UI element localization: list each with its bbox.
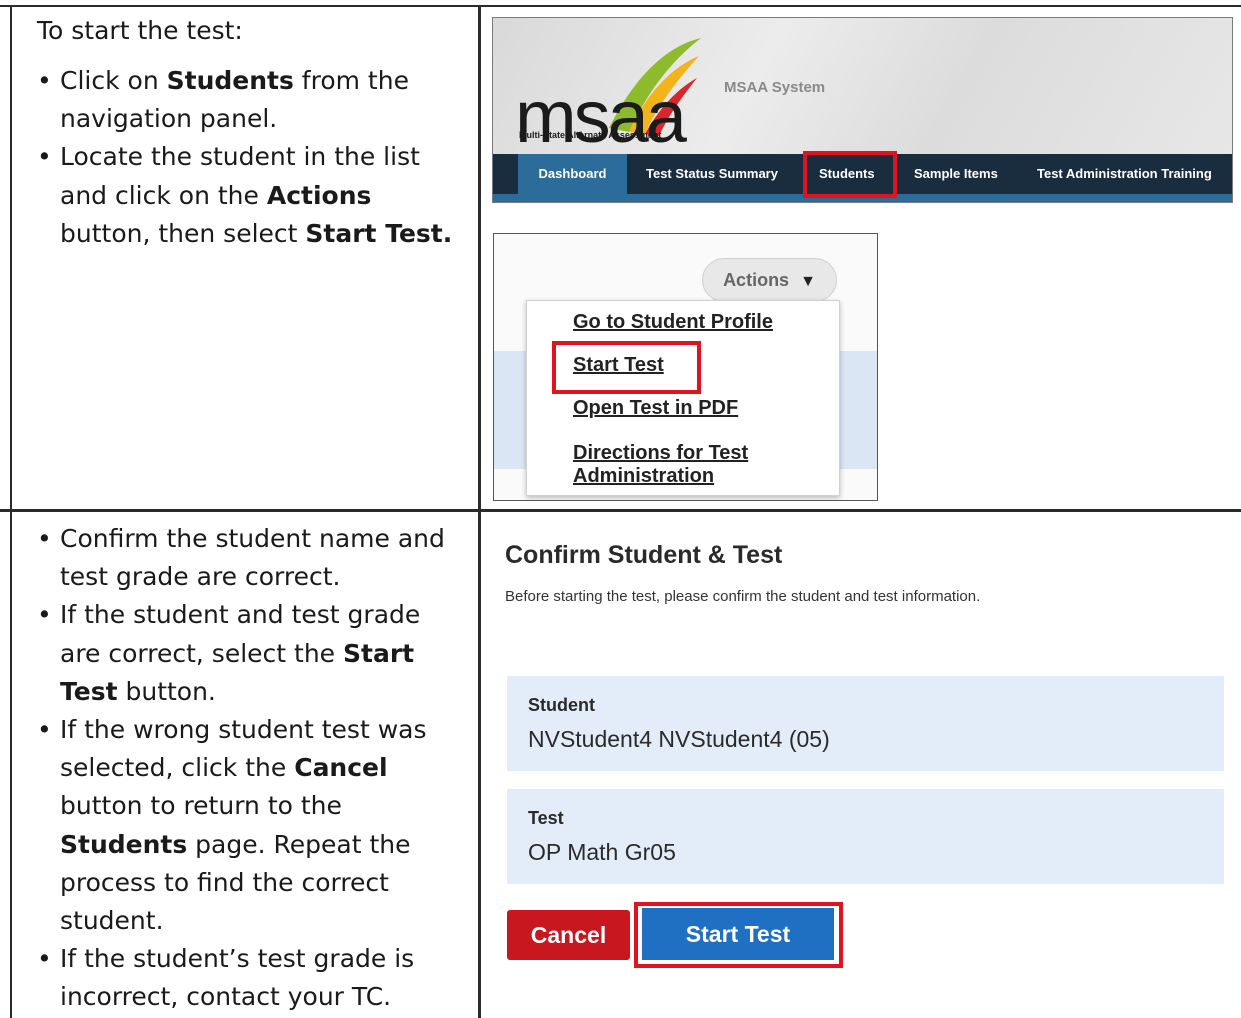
table-border-left xyxy=(10,5,12,1018)
actions-dropdown: Go to Student Profile Start Test Open Te… xyxy=(526,300,840,496)
nav-dashboard[interactable]: Dashboard xyxy=(518,154,627,194)
confirm-steps-list: Confirm the student name and test grade … xyxy=(37,520,467,1017)
student-label: Student xyxy=(528,695,595,715)
caret-down-icon: ▼ xyxy=(800,273,816,290)
menu-open-pdf[interactable]: Open Test in PDF xyxy=(573,396,738,420)
menu-directions[interactable]: Directions for Test xyxy=(573,441,748,465)
actions-menu-screenshot: Actions ▼ Go to Student Profile Start Te… xyxy=(493,233,878,501)
step-locate-student: Locate the student in the list and click… xyxy=(37,138,457,253)
start-button-highlight-box xyxy=(634,902,843,968)
step-click-students: Click on Students from the navigation pa… xyxy=(37,62,457,138)
nav-sample-items[interactable]: Sample Items xyxy=(914,154,998,194)
nav-test-status-summary[interactable]: Test Status Summary xyxy=(646,154,778,194)
menu-directions-cont[interactable]: Administration xyxy=(573,464,714,488)
actions-button-label: Actions xyxy=(723,270,790,290)
msaa-logo-subtitle: Multi-State Alternate Assessment xyxy=(519,130,662,140)
table-border-top xyxy=(0,5,1241,7)
table-column-divider xyxy=(478,5,481,1018)
test-label: Test xyxy=(528,808,564,828)
test-value: OP Math Gr05 xyxy=(528,839,676,865)
intro-text: To start the test: xyxy=(37,16,243,45)
step-contact-tc: If the student’s test grade is incorrect… xyxy=(37,940,467,1016)
start-test-highlight-box xyxy=(552,341,701,394)
system-name: MSAA System xyxy=(724,79,826,96)
actions-button[interactable]: Actions ▼ xyxy=(702,258,837,302)
confirm-title: Confirm Student & Test xyxy=(505,541,783,569)
start-steps-list: Click on Students from the navigation pa… xyxy=(37,62,457,253)
table-row-divider xyxy=(0,509,1241,512)
msaa-logo: msaa xyxy=(515,75,687,158)
test-info-box: Test OP Math Gr05 xyxy=(507,789,1224,884)
confirm-description: Before starting the test, please confirm… xyxy=(505,588,981,605)
instruction-table: To start the test: Click on Students fro… xyxy=(0,0,1241,1018)
msaa-header-screenshot: msaa Multi-State Alternate Assessment MS… xyxy=(492,17,1233,203)
step-select-start: If the student and test grade are correc… xyxy=(37,596,467,711)
student-value: NVStudent4 NVStudent4 (05) xyxy=(528,726,830,752)
step-cancel-wrong: If the wrong student test was selected, … xyxy=(37,711,467,940)
menu-go-to-profile[interactable]: Go to Student Profile xyxy=(573,310,773,334)
step-confirm-name: Confirm the student name and test grade … xyxy=(37,520,467,596)
student-info-box: Student NVStudent4 NVStudent4 (05) xyxy=(507,676,1224,771)
students-highlight-box xyxy=(803,151,897,198)
nav-test-admin-training[interactable]: Test Administration Training xyxy=(1037,154,1212,194)
cancel-button[interactable]: Cancel xyxy=(507,910,630,960)
